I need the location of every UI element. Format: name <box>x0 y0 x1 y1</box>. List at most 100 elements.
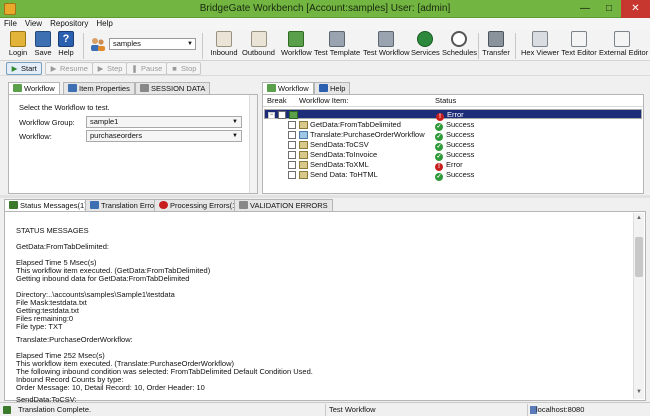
status-icon <box>3 406 11 414</box>
workflow-select[interactable]: purchaseorders ▼ <box>86 130 242 142</box>
break-checkbox[interactable] <box>288 141 296 149</box>
translation-icon <box>90 201 99 209</box>
workflow-group-select[interactable]: sample1 ▼ <box>86 116 242 128</box>
chevron-down-icon: ▼ <box>232 133 238 139</box>
left-tab-strip: Workflow Item Properties SESSION DATA <box>8 82 258 95</box>
break-checkbox[interactable] <box>288 131 296 139</box>
resume-icon: ▶ <box>50 64 57 73</box>
col-break: Break <box>267 96 287 105</box>
item-name: SendData:ToCSV <box>310 140 369 149</box>
toolbar-separator <box>515 33 516 59</box>
workflow-icon <box>288 31 304 47</box>
close-button[interactable]: ✕ <box>621 0 650 18</box>
hex-viewer-icon <box>532 31 548 47</box>
tree-header: Break Workflow Item: Status <box>263 96 643 107</box>
title-bar: BridgeGate Workbench [Account:samples] U… <box>0 0 650 18</box>
step-icon: ▶ <box>97 64 104 73</box>
hex-viewer-button[interactable]: Hex Viewer <box>521 31 559 61</box>
splitter[interactable] <box>0 195 650 198</box>
help-icon <box>319 84 328 92</box>
workflow-icon <box>267 84 276 92</box>
tree-row[interactable]: GetData:FromTabDelimited ✓ Success <box>264 120 642 131</box>
left-panel-content: Select the Workflow to test. Workflow Gr… <box>8 94 258 194</box>
resume-button[interactable]: ▶ Resume <box>45 62 93 75</box>
tree-row-root[interactable]: − ! Error <box>264 109 642 121</box>
chevron-down-icon: ▼ <box>232 119 238 125</box>
vertical-scrollbar[interactable]: ▲ ▼ <box>633 213 644 399</box>
break-checkbox[interactable] <box>288 121 296 129</box>
tree-row[interactable]: SendData:ToCSV ✓ Success <box>264 140 642 151</box>
session-data-icon <box>140 84 149 92</box>
break-checkbox[interactable] <box>288 161 296 169</box>
vertical-scrollbar[interactable] <box>249 95 257 193</box>
break-checkbox[interactable] <box>288 151 296 159</box>
external-editor-button[interactable]: External Editor <box>599 31 648 61</box>
scrollbar-thumb[interactable] <box>635 237 643 277</box>
minimize-button[interactable]: — <box>573 0 597 18</box>
workflow-icon <box>13 84 22 92</box>
test-template-button[interactable]: Test Template <box>314 31 360 61</box>
window-title: BridgeGate Workbench [Account:samples] U… <box>199 3 451 14</box>
login-button[interactable]: Login <box>7 31 29 61</box>
scroll-down-icon[interactable]: ▼ <box>635 389 643 397</box>
col-workflow-item: Workflow Item: <box>299 96 349 105</box>
outbound-button[interactable]: Outbound <box>242 31 275 61</box>
floppy-icon <box>35 31 51 47</box>
break-checkbox[interactable] <box>278 111 286 119</box>
check-icon: ✓ <box>435 173 443 181</box>
break-checkbox[interactable] <box>288 171 296 179</box>
schedules-button[interactable]: Schedules <box>442 31 477 61</box>
senddata-icon <box>299 141 308 149</box>
toolbar-separator <box>202 33 203 59</box>
message-line: File type: TXT <box>16 322 63 331</box>
validation-icon <box>239 201 248 209</box>
translate-icon <box>299 131 308 139</box>
tab-validation-errors[interactable]: VALIDATION ERRORS <box>234 199 333 211</box>
scroll-up-icon[interactable]: ▲ <box>635 215 643 223</box>
clock-icon <box>450 31 467 47</box>
stop-icon: ■ <box>172 64 177 73</box>
getdata-icon <box>299 121 308 129</box>
toolbar-separator <box>478 33 479 59</box>
tab-help[interactable]: Help <box>314 82 351 94</box>
text-editor-button[interactable]: Text Editor <box>561 31 597 61</box>
tree-row[interactable]: Send Data: ToHTML ✓ Success <box>264 170 642 181</box>
tab-session-data[interactable]: SESSION DATA <box>135 82 211 94</box>
step-button[interactable]: ▶ Step <box>92 62 128 75</box>
menu-file[interactable]: File <box>0 18 21 30</box>
collapse-toggle-icon[interactable]: − <box>268 112 275 119</box>
save-button[interactable]: Save <box>33 31 53 61</box>
run-control-bar: ▶ Start ▶ Resume ▶ Step ❚ Pause ■ Stop <box>0 61 650 76</box>
maximize-button[interactable]: □ <box>597 0 621 18</box>
lock-icon <box>10 31 26 47</box>
inbound-button[interactable]: Inbound <box>210 31 238 61</box>
tree-row[interactable]: SendData:ToXML ! Error <box>264 160 642 171</box>
status-icon <box>9 201 18 209</box>
menu-help[interactable]: Help <box>92 18 116 30</box>
test-workflow-icon <box>378 31 394 47</box>
status-message: Translation Complete. <box>0 404 326 416</box>
tab-item-properties[interactable]: Item Properties <box>63 82 135 94</box>
outbound-icon <box>250 31 267 47</box>
tree-row[interactable]: SendData:ToInvoice ✓ Success <box>264 150 642 161</box>
tree-row[interactable]: Translate:PurchaseOrderWorkflow ✓ Success <box>264 130 642 141</box>
globe-icon <box>417 31 433 47</box>
workflow-button[interactable]: Workflow <box>281 31 312 61</box>
account-combo[interactable]: samples ▼ <box>109 38 196 50</box>
inbound-icon <box>216 31 232 47</box>
menu-repository[interactable]: Repository <box>46 18 92 30</box>
stop-button[interactable]: ■ Stop <box>166 62 202 75</box>
pause-button[interactable]: ❚ Pause <box>126 62 168 75</box>
users-icon <box>89 37 107 51</box>
menu-view[interactable]: View <box>21 18 46 30</box>
transfer-button[interactable]: Transfer <box>482 31 510 61</box>
status-host: localhost:8080 <box>528 404 650 416</box>
test-workflow-button[interactable]: Test Workflow <box>363 31 410 61</box>
help-button[interactable]: ? Help <box>55 31 77 61</box>
menu-bar: File View Repository Help <box>0 18 650 30</box>
services-button[interactable]: Services <box>411 31 440 61</box>
message-line: Getting inbound data for GetData:FromTab… <box>16 274 190 283</box>
status-workflow: Test Workflow <box>326 404 528 416</box>
tab-processing-errors[interactable]: Processing Errors(1) <box>154 199 244 211</box>
start-button[interactable]: ▶ Start <box>6 62 42 75</box>
